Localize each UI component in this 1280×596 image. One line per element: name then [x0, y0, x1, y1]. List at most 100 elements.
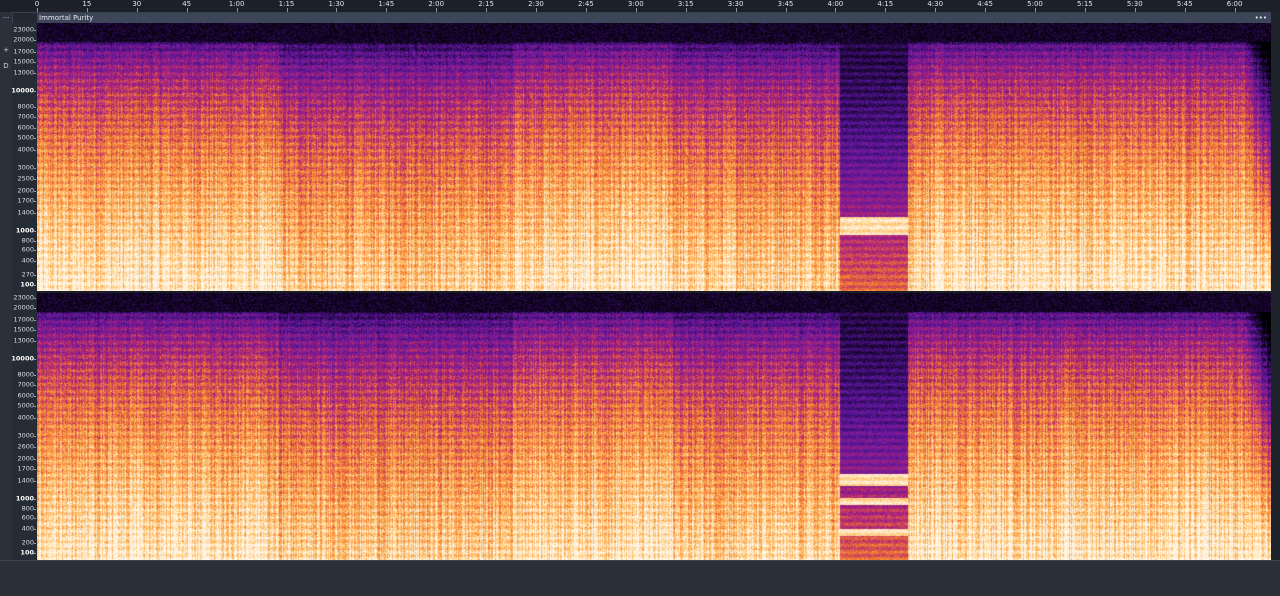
frequency-tick — [34, 395, 36, 397]
frequency-tick — [34, 542, 36, 544]
frequency-label: 23000 — [13, 25, 34, 34]
frequency-label: 2000 — [17, 186, 34, 195]
frequency-label: 270 — [21, 270, 34, 279]
time-tick-label: 3:45 — [777, 0, 794, 8]
time-tick-mark — [835, 8, 837, 12]
time-ruler[interactable]: 0 15 30 45 1:00 1:15 1:30 1:45 2:00 2:15 2:30 2:45 3… — [0, 0, 1280, 13]
frequency-tick — [34, 359, 36, 361]
track-name: Immortal Purity — [39, 14, 94, 22]
time-tick-mark — [37, 8, 38, 12]
time-tick-label: 1:15 — [278, 0, 295, 8]
time-tick-mark — [286, 8, 288, 12]
frequency-label: 15000 — [13, 57, 34, 66]
time-tick-label: 1:45 — [378, 0, 395, 8]
frequency-tick — [34, 274, 36, 276]
time-tick-label: 15 — [82, 0, 92, 8]
frequency-label: 1700 — [17, 196, 34, 205]
frequency-tick — [34, 190, 36, 192]
d-icon[interactable]: D — [0, 62, 12, 70]
frequency-tick — [34, 72, 36, 74]
frequency-tick — [34, 481, 36, 483]
frequency-tick — [34, 91, 36, 93]
time-tick-mark — [1084, 8, 1086, 12]
frequency-tick — [34, 529, 36, 531]
time-tick-mark — [935, 8, 937, 12]
spectrogram-canvas-1[interactable] — [37, 23, 1271, 291]
frequency-tick — [34, 458, 36, 460]
frequency-label: 5000 — [17, 401, 34, 410]
frequency-tick — [34, 106, 36, 108]
more-icon[interactable]: ··· — [0, 14, 12, 22]
time-tick-label: 2:30 — [528, 0, 544, 8]
time-tick-label: 30 — [132, 0, 142, 8]
frequency-label: 400 — [21, 256, 34, 265]
time-tick-mark — [236, 8, 238, 12]
frequency-label: 2600 — [17, 442, 34, 451]
frequency-label: 1000 — [15, 494, 34, 503]
frequency-label: 6000 — [17, 123, 34, 132]
bottom-panel — [0, 560, 1280, 596]
frequency-tick — [34, 446, 36, 448]
frequency-tick — [34, 385, 36, 387]
frequency-tick — [34, 62, 36, 64]
frequency-tick — [34, 231, 36, 233]
time-tick-label: 5:00 — [1027, 0, 1043, 8]
time-tick-label: 4:00 — [827, 0, 844, 8]
frequency-label: 600 — [21, 513, 34, 522]
time-tick-mark — [785, 8, 787, 12]
frequency-label: 8000 — [17, 370, 34, 379]
frequency-axis: 23000 20000 17000 15000 13000 10000 8000 7000 60… — [11, 23, 36, 560]
frequency-label: 2500 — [17, 174, 34, 183]
time-tick-mark — [86, 8, 88, 12]
time-tick-mark — [186, 8, 188, 12]
frequency-label: 15000 — [13, 325, 34, 334]
frequency-tick — [34, 285, 36, 287]
frequency-label: 200 — [21, 538, 34, 547]
frequency-label: 1700 — [17, 464, 34, 473]
time-tick-mark — [885, 8, 887, 12]
time-tick-label: 1:30 — [328, 0, 345, 8]
time-tick-label: 4:45 — [977, 0, 993, 8]
frequency-tick — [34, 297, 36, 299]
track-menu-icon[interactable]: ••• — [1255, 13, 1267, 23]
frequency-label: 2000 — [17, 454, 34, 463]
frequency-tick — [34, 40, 36, 42]
frequency-tick — [34, 469, 36, 471]
time-tick-mark — [336, 8, 338, 12]
frequency-tick — [34, 406, 36, 408]
right-scroll-strip[interactable] — [1271, 12, 1280, 560]
frequency-label: 7000 — [17, 112, 34, 121]
spectrogram-canvas-2[interactable] — [37, 293, 1271, 560]
frequency-label: 1000 — [15, 226, 34, 235]
time-tick-mark — [585, 8, 587, 12]
time-tick-mark — [1035, 8, 1036, 12]
frequency-tick — [34, 150, 36, 152]
frequency-tick — [34, 240, 36, 242]
spectrogram-channel-2[interactable] — [37, 293, 1271, 560]
frequency-label: 4000 — [17, 413, 34, 422]
frequency-label: 5000 — [17, 133, 34, 142]
frequency-tick — [34, 319, 36, 321]
frequency-label: 13000 — [13, 336, 34, 345]
frequency-tick — [34, 51, 36, 53]
spectrogram-channel-1[interactable] — [37, 23, 1271, 291]
frequency-tick — [34, 168, 36, 170]
frequency-tick — [34, 308, 36, 310]
time-tick-label: 0 — [34, 0, 40, 8]
time-tick-mark — [536, 8, 537, 12]
frequency-label: 1400 — [17, 208, 34, 217]
frequency-label: 4000 — [17, 145, 34, 154]
frequency-label: 6000 — [17, 391, 34, 400]
frequency-tick — [34, 517, 36, 519]
add-icon[interactable]: + — [0, 46, 12, 54]
time-tick-mark — [635, 8, 637, 12]
frequency-label: 23000 — [13, 293, 34, 302]
time-tick-mark — [486, 8, 488, 12]
time-tick-label: 4:30 — [927, 0, 944, 8]
frequency-tick — [34, 436, 36, 438]
frequency-label: 800 — [21, 236, 34, 245]
frequency-label: 17000 — [13, 315, 34, 324]
frequency-tick — [34, 340, 36, 342]
frequency-tick — [34, 249, 36, 251]
time-tick-label: 3:15 — [677, 0, 694, 8]
